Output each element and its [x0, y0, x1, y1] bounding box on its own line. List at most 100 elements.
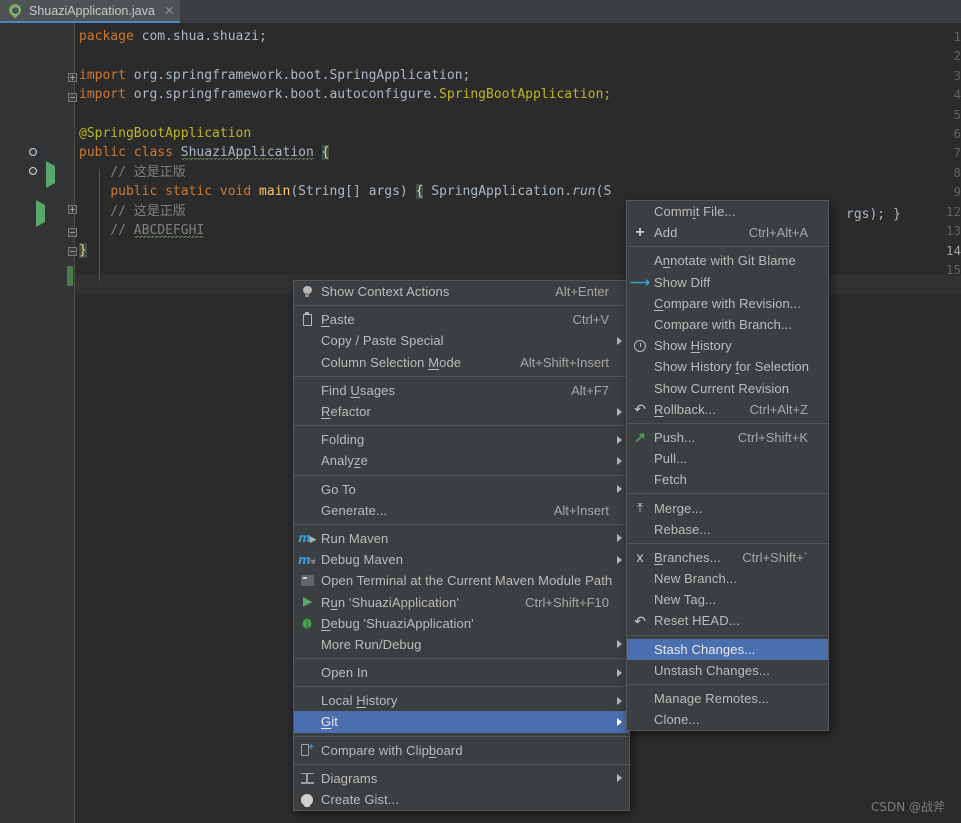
- code-line: 8 // 这是正版: [0, 163, 961, 182]
- git-menu-item-show-history[interactable]: Show History: [627, 335, 828, 356]
- no-icon: [299, 500, 315, 521]
- menu-separator: [627, 422, 828, 424]
- git-menu-item-manage-remotes[interactable]: Manage Remotes...: [627, 688, 828, 709]
- git-menu-item-new-tag[interactable]: New Tag...: [627, 589, 828, 610]
- line-number: 1: [953, 29, 961, 44]
- git-menu-item-commit-file[interactable]: Commit File...: [627, 201, 828, 222]
- menu-separator: [627, 246, 828, 248]
- git-menu-item-show-current-revision[interactable]: Show Current Revision: [627, 378, 828, 399]
- menu-item-debug-maven[interactable]: m☣ Debug Maven: [294, 549, 629, 570]
- git-menu-item-show-diff[interactable]: ⟶ Show Diff: [627, 272, 828, 293]
- git-menu-item-push[interactable]: ↗ Push... Ctrl+Shift+K: [627, 427, 828, 448]
- menu-item-label: Paste: [321, 312, 355, 328]
- git-menu-item-stash-changes[interactable]: Stash Changes...: [627, 638, 828, 660]
- menu-separator: [627, 542, 828, 544]
- menu-item-label: Merge...: [654, 500, 703, 516]
- menu-item-git[interactable]: Git: [294, 711, 629, 733]
- git-menu-item-clone[interactable]: Clone...: [627, 709, 828, 730]
- git-menu-item-pull[interactable]: Pull...: [627, 448, 828, 469]
- editor-tab-shuaziapplication[interactable]: ShuaziApplication.java ✕: [0, 0, 180, 23]
- code-text: import org.springframework.boot.autoconf…: [79, 87, 612, 102]
- git-menu-item-add[interactable]: + Add Ctrl+Alt+A: [627, 222, 828, 243]
- undo-icon: ↶: [634, 612, 646, 629]
- editor-context-menu[interactable]: Show Context Actions Alt+Enter Paste Ctrl+V…: [293, 280, 630, 812]
- menu-item-label: Fetch: [654, 472, 688, 488]
- no-icon: [632, 709, 648, 730]
- menu-separator: [294, 425, 629, 427]
- menu-item-run-maven[interactable]: m▶ Run Maven: [294, 528, 629, 549]
- menu-item-shortcut: Ctrl+Alt+Z: [749, 401, 808, 417]
- line-number: 15: [945, 262, 961, 277]
- menu-item-open-in[interactable]: Open In: [294, 662, 629, 683]
- menu-item-refactor[interactable]: Refactor: [294, 401, 629, 422]
- menu-item-more-run-debug[interactable]: More Run/Debug: [294, 634, 629, 655]
- code-text: import org.springframework.boot.SpringAp…: [79, 68, 471, 83]
- submenu-chevron-icon: [617, 435, 622, 444]
- menu-item-shortcut: Ctrl+Alt+A: [748, 225, 808, 241]
- close-icon[interactable]: ✕: [164, 4, 175, 17]
- git-menu-item-compare-with-branch[interactable]: Compare with Branch...: [627, 314, 828, 335]
- menu-item-go-to[interactable]: Go To: [294, 479, 629, 500]
- menu-item-create-gist[interactable]: Create Gist...: [294, 789, 629, 810]
- menu-item-folding[interactable]: Folding: [294, 429, 629, 450]
- git-menu-item-rollback[interactable]: ↶ Rollback... Ctrl+Alt+Z: [627, 399, 828, 420]
- no-icon: [632, 568, 648, 589]
- menu-item-label: Diagrams: [321, 770, 378, 786]
- no-icon: [299, 330, 315, 351]
- menu-item-diagrams[interactable]: Diagrams: [294, 768, 629, 789]
- code-text: @SpringBootApplication: [79, 126, 252, 141]
- line-number: 5: [953, 107, 961, 122]
- menu-item-label: Show History for Selection: [654, 359, 810, 375]
- no-icon: [299, 634, 315, 655]
- menu-item-compare-with-clipboard[interactable]: Compare with Clipboard: [294, 740, 629, 761]
- clock-icon: [632, 335, 648, 356]
- github-icon: [299, 789, 315, 810]
- menu-separator: [294, 735, 629, 737]
- git-menu-item-fetch[interactable]: Fetch: [627, 469, 828, 490]
- menu-item-analyze[interactable]: Analyze: [294, 450, 629, 471]
- terminal-icon: [299, 570, 315, 591]
- no-icon: [299, 662, 315, 683]
- git-menu-item-rebase[interactable]: Rebase...: [627, 519, 828, 540]
- menu-item-label: Run Maven: [321, 530, 389, 546]
- menu-item-shortcut: Alt+Shift+Insert: [520, 354, 609, 370]
- menu-item-run-shuaziapplication[interactable]: Run 'ShuaziApplication' Ctrl+Shift+F10: [294, 591, 629, 612]
- git-menu-item-branches[interactable]: x Branches... Ctrl+Shift+`: [627, 547, 828, 568]
- git-menu-item-reset-head[interactable]: ↶ Reset HEAD...: [627, 610, 828, 631]
- menu-item-local-history[interactable]: Local History: [294, 690, 629, 711]
- no-icon: [632, 201, 648, 222]
- menu-item-paste[interactable]: Paste Ctrl+V: [294, 309, 629, 330]
- git-menu-item-annotate-with-git-blame[interactable]: Annotate with Git Blame: [627, 250, 828, 271]
- submenu-chevron-icon: [617, 640, 622, 649]
- line-number: 2: [953, 48, 961, 63]
- menu-item-label: Compare with Clipboard: [321, 742, 463, 758]
- show-diff-icon: ⟶: [629, 274, 651, 291]
- line-number: 14: [945, 243, 961, 258]
- menu-item-label: Show History: [654, 338, 732, 354]
- undo-icon: ↶: [634, 401, 646, 418]
- no-icon: [632, 660, 648, 681]
- menu-item-label: Pull...: [654, 451, 688, 467]
- menu-item-shortcut: Ctrl+V: [572, 312, 609, 328]
- no-icon: [632, 250, 648, 271]
- no-icon: [299, 711, 315, 732]
- line-number: 7: [953, 145, 961, 160]
- git-menu-item-unstash-changes[interactable]: Unstash Changes...: [627, 660, 828, 681]
- menu-item-column-selection-mode[interactable]: Column Selection Mode Alt+Shift+Insert: [294, 352, 629, 373]
- menu-item-label: Annotate with Git Blame: [654, 253, 796, 269]
- menu-item-find-usages[interactable]: Find Usages Alt+F7: [294, 380, 629, 401]
- git-menu-item-show-history-for-selection[interactable]: Show History for Selection: [627, 356, 828, 377]
- git-submenu[interactable]: Commit File... + Add Ctrl+Alt+A Annotate wit…: [626, 200, 829, 732]
- code-line: 6 @SpringBootApplication: [0, 124, 961, 143]
- menu-item-show-context-actions[interactable]: Show Context Actions Alt+Enter: [294, 281, 629, 302]
- no-icon: [632, 469, 648, 490]
- menu-item-copy-paste-special[interactable]: Copy / Paste Special: [294, 330, 629, 351]
- menu-item-open-terminal-at-the-current-maven-module-path[interactable]: Open Terminal at the Current Maven Modul…: [294, 570, 629, 591]
- menu-item-debug-shuaziapplication[interactable]: Debug 'ShuaziApplication': [294, 613, 629, 634]
- submenu-chevron-icon: [617, 774, 622, 783]
- git-menu-item-new-branch[interactable]: New Branch...: [627, 568, 828, 589]
- git-menu-item-merge[interactable]: ⤒ Merge...: [627, 497, 828, 518]
- git-menu-item-compare-with-revision[interactable]: Compare with Revision...: [627, 293, 828, 314]
- menu-item-generate[interactable]: Generate... Alt+Insert: [294, 500, 629, 521]
- menu-item-shortcut: Ctrl+Shift+F10: [525, 594, 609, 610]
